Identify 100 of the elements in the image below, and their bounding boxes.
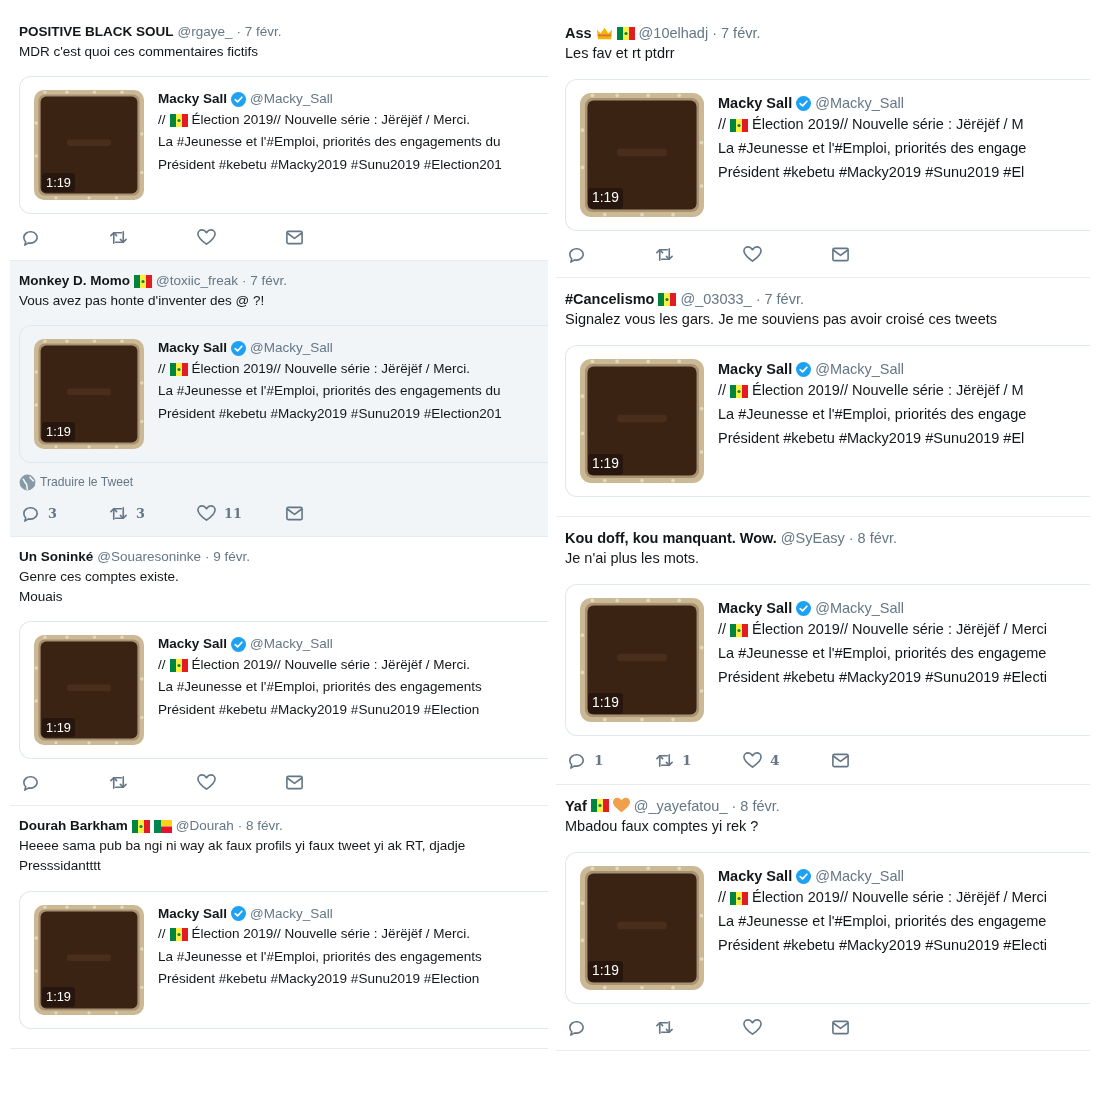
video-duration: 1:19 xyxy=(588,188,623,210)
flag-icon xyxy=(131,820,150,834)
video-duration: 1:19 xyxy=(588,961,623,982)
author-name: Macky Sall xyxy=(718,94,793,114)
flag-icon xyxy=(169,362,188,376)
tweet-text: // xyxy=(718,115,727,135)
author-handle[interactable]: @Dourah xyxy=(175,817,234,837)
tweet-text: // xyxy=(158,925,166,944)
author-handle: @Macky_Sall xyxy=(250,904,333,923)
quoted-tweet-card[interactable]: 1:19 Macky Sall @Macky_Sall // Élection 2019// Nouvelle série : Jërëjëf / Merci La #Jeunesse et l'#Emploi, priorités des engageme Président #kebetu #Macky2019 #Sunu2019 #Electi xyxy=(565,851,1090,1004)
speech-bubble-icon xyxy=(567,245,586,265)
tweet-text: Je n'ai plus les mots. xyxy=(565,549,701,569)
author-handle[interactable]: @Souaresoninke xyxy=(97,547,202,567)
reply-button[interactable]: 3 xyxy=(21,503,109,523)
author-handle: @Macky_Sall xyxy=(250,635,333,654)
author-name[interactable]: Yaf xyxy=(565,795,587,817)
tweet-text: La #Jeunesse et l'#Emploi, priorités des engagements xyxy=(158,678,482,697)
tweet-text: La #Jeunesse et l'#Emploi, priorités des engagements du xyxy=(158,382,502,401)
tweet-text: Élection 2019// Nouvelle série : Jërëjëf / Merci xyxy=(752,888,1048,908)
author-name[interactable]: POSITIVE BLACK SOUL xyxy=(19,23,174,42)
tweet-text: Président #kebetu #Macky2019 #Sunu2019 #Election201 xyxy=(158,404,502,423)
flag-icon xyxy=(730,384,749,398)
tweet-text: Président #kebetu #Macky2019 #Sunu2019 #Election201 xyxy=(158,155,502,174)
heart-icon xyxy=(743,750,762,770)
heart-icon xyxy=(197,503,216,523)
flag-icon xyxy=(730,118,749,132)
author-name[interactable]: Dourah Barkham xyxy=(19,817,128,837)
author-handle[interactable]: @_03033_ xyxy=(680,289,752,310)
tweet-text: Élection 2019// Nouvelle série : Jërëjëf / M xyxy=(752,381,1024,401)
tweet-date[interactable]: · 8 févr. xyxy=(848,528,898,549)
author-name[interactable]: #Cancelismo xyxy=(565,289,655,310)
heart-icon xyxy=(197,228,216,248)
flag-icon xyxy=(169,658,188,672)
author-handle[interactable]: @10elhadj xyxy=(638,23,709,44)
flag-icon xyxy=(730,623,749,637)
tweet-text: Heeee sama pub ba ngi ni way ak faux profils yi faux tweet yi ak RT, djadje xyxy=(19,837,467,856)
tweet-text: // xyxy=(158,111,166,130)
quoted-tweet-card[interactable]: 1:19 Macky Sall @Macky_Sall // Élection 2019// Nouvelle série : Jërëjëf / Merci. La #Jeunesse et l'#Emploi, priorités des engagements Président #kebetu #Macky2019 #Sunu2019 #Election xyxy=(19,621,548,760)
tweet-text: Genre ces comptes existe. xyxy=(19,567,180,586)
author-handle[interactable]: @_yayefatou_ xyxy=(633,795,728,817)
tweet-text: Vous avez pas honte d'inventer des @ ?! xyxy=(19,292,266,311)
author-name: Macky Sall xyxy=(718,360,793,380)
tweet-text: // xyxy=(158,656,166,675)
quoted-tweet-card[interactable]: 1:19 Macky Sall @Macky_Sall // Élection 2019// Nouvelle série : Jërëjëf / M La #Jeunesse et l'#Emploi, priorités des engage Président #kebetu #Macky2019 #Sunu2019 #El xyxy=(565,345,1090,498)
like-button[interactable]: 4 xyxy=(743,750,831,771)
flag-icon xyxy=(169,928,188,942)
tweet-date[interactable]: · 8 févr. xyxy=(731,795,780,817)
video-duration: 1:19 xyxy=(588,693,623,715)
tweet-text: Mouais xyxy=(19,587,64,606)
speech-bubble-icon xyxy=(21,773,40,793)
tweet-text: // xyxy=(718,888,727,908)
tweet-text: Président #kebetu #Macky2019 #Sunu2019 #El xyxy=(718,163,1026,183)
tweet-text: Les fav et rt ptdrr xyxy=(565,44,676,64)
tweet-text: Élection 2019// Nouvelle série : Jërëjëf / Merci. xyxy=(191,925,470,944)
video-duration: 1:19 xyxy=(42,717,75,738)
tweet-date[interactable]: · 7 févr. xyxy=(242,272,287,292)
author-name: Macky Sall xyxy=(158,339,228,358)
tweet-text: Élection 2019// Nouvelle série : Jërëjëf / M xyxy=(752,115,1024,135)
author-name[interactable]: Un Soninké xyxy=(19,547,94,567)
video-duration: 1:19 xyxy=(588,454,623,476)
reply-button[interactable]: 1 xyxy=(567,750,655,771)
tweet-text: Président #kebetu #Macky2019 #Sunu2019 #El xyxy=(718,429,1026,449)
translate-link[interactable]: Traduire le Tweet xyxy=(40,473,134,492)
like-button[interactable]: 11 xyxy=(197,503,285,523)
video-duration: 1:19 xyxy=(42,172,75,193)
author-handle[interactable]: @toxiic_freak xyxy=(156,272,238,292)
flag-icon xyxy=(658,292,677,306)
retweet-button[interactable]: 3 xyxy=(109,503,197,523)
tweet-date[interactable]: · 7 févr. xyxy=(755,289,804,310)
tweet-text: La #Jeunesse et l'#Emploi, priorités des engage xyxy=(718,139,1027,159)
quoted-tweet-card[interactable]: 1:19 Macky Sall @Macky_Sall // Élection 2019// Nouvelle série : Jërëjëf / Merci La #Jeunesse et l'#Emploi, priorités des engageme Président #kebetu #Macky2019 #Sunu2019 #Electi xyxy=(565,584,1090,737)
tweet-text: La #Jeunesse et l'#Emploi, priorités des engageme xyxy=(718,644,1048,664)
quoted-tweet-card[interactable]: 1:19 Macky Sall @Macky_Sall // Élection 2019// Nouvelle série : Jërëjëf / M La #Jeunesse et l'#Emploi, priorités des engage Président #kebetu #Macky2019 #Sunu2019 #El xyxy=(565,79,1090,232)
heart-icon xyxy=(612,797,630,815)
tweet-text: Président #kebetu #Macky2019 #Sunu2019 #Election xyxy=(158,700,481,719)
tweet-date[interactable]: · 8 févr. xyxy=(237,817,283,837)
tweet-text: // xyxy=(718,620,727,640)
speech-bubble-icon xyxy=(21,228,40,248)
quoted-tweet-card[interactable]: 1:19 Macky Sall @Macky_Sall // Élection 2019// Nouvelle série : Jërëjëf / Merci. La #Jeunesse et l'#Emploi, priorités des engagements du Président #kebetu #Macky2019 #Sunu2019 #Election201 xyxy=(19,325,548,464)
author-name[interactable]: Monkey D. Momo xyxy=(19,272,130,292)
author-name: Macky Sall xyxy=(718,866,793,886)
tweet-text: Élection 2019// Nouvelle série : Jërëjëf / Merci. xyxy=(191,656,470,675)
tweet-text: Élection 2019// Nouvelle série : Jërëjëf / Merci. xyxy=(191,111,470,130)
tweet-date[interactable]: · 7 févr. xyxy=(712,23,761,44)
tweet-date[interactable]: · 7 févr. xyxy=(236,23,282,42)
quoted-tweet-card[interactable]: 1:19 Macky Sall @Macky_Sall // Élection 2019// Nouvelle série : Jërëjëf / Merci. La #Jeunesse et l'#Emploi, priorités des engagements Président #kebetu #Macky2019 #Sunu2019 #Election xyxy=(19,890,548,1029)
author-name[interactable]: Ass xyxy=(565,23,592,44)
heart-icon xyxy=(197,773,216,793)
retweet-button[interactable]: 1 xyxy=(655,750,743,771)
author-handle: @Macky_Sall xyxy=(815,94,905,114)
author-name[interactable]: Kou doff, kou manquant. Wow. xyxy=(565,528,777,549)
tweet-text: Signalez vous les gars. Je me souviens pas avoir croisé ces tweets xyxy=(565,310,998,330)
author-handle[interactable]: @SyEasy xyxy=(780,528,845,549)
tweet-text: La #Jeunesse et l'#Emploi, priorités des engageme xyxy=(718,912,1048,932)
tweet-date[interactable]: · 9 févr. xyxy=(205,547,251,567)
quoted-tweet-card[interactable]: 1:19 Macky Sall @Macky_Sall // Élection 2019// Nouvelle série : Jërëjëf / Merci. La #Jeunesse et l'#Emploi, priorités des engagements du Président #kebetu #Macky2019 #Sunu2019 #Election201 xyxy=(19,76,548,215)
tweet-text: Président #kebetu #Macky2019 #Sunu2019 #Election xyxy=(158,969,481,988)
video-duration: 1:19 xyxy=(42,987,75,1007)
author-handle: @Macky_Sall xyxy=(815,599,905,619)
author-handle[interactable]: @rgaye_ xyxy=(177,23,233,42)
